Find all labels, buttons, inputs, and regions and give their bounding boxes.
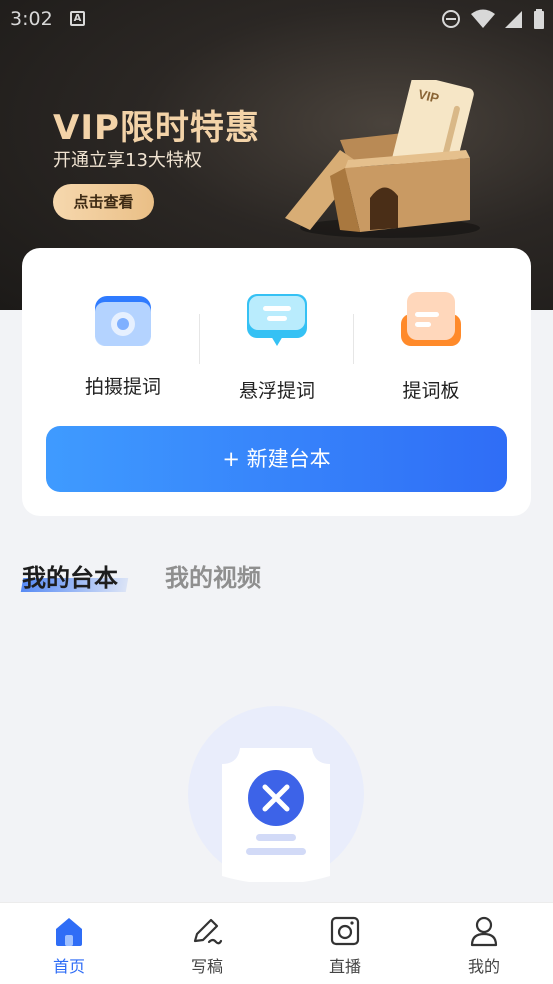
status-time: 3:02 [10,8,53,30]
person-icon [470,916,498,947]
do-not-disturb-icon [442,10,460,28]
home-icon [56,918,82,946]
nav-label: 直播 [328,957,361,976]
board-icon [401,292,461,346]
divider [353,314,354,364]
feature-floating-prompter[interactable]: 悬浮提词 [202,290,352,403]
view-details-button[interactable]: 点击查看 [53,184,154,220]
feature-prompter-board[interactable]: 提词板 [356,290,506,403]
nav-label: 首页 [52,957,85,976]
signal-icon [505,11,522,28]
features-card: 拍摄提词 悬浮提词 提词板 + 新建台本 [22,248,531,516]
tab-my-videos[interactable]: 我的视频 [165,558,261,593]
feature-camera-prompter[interactable]: 拍摄提词 [48,290,198,399]
empty-state-illustration [188,706,364,882]
vip-gift-box-icon: VIP [285,80,480,238]
nav-write[interactable]: 写稿 [167,915,247,977]
tab-my-scripts[interactable]: 我的台本 [22,558,118,593]
content-tabs: 我的台本 我的视频 [20,558,422,598]
notification-a-icon: A [70,11,85,26]
nav-live[interactable]: 直播 [305,915,385,977]
nav-mine[interactable]: 我的 [444,915,524,977]
nav-home[interactable]: 首页 [29,915,109,977]
wifi-icon [471,9,495,28]
feature-label: 悬浮提词 [238,380,315,402]
nav-label: 写稿 [190,957,223,976]
divider [199,314,200,364]
vip-title: VIP限时特惠 [53,108,260,148]
feature-label: 拍摄提词 [84,376,161,398]
battery-icon [534,9,544,29]
camera-icon [95,296,151,346]
vip-subtitle: 开通立享13大特权 [53,150,202,171]
bottom-navigation: 首页 写稿 直播 我的 [0,902,553,984]
feature-label: 提词板 [402,380,460,402]
pen-icon [193,918,223,945]
new-script-button[interactable]: + 新建台本 [46,426,507,492]
live-camera-icon [330,916,360,946]
float-bubble-icon [247,294,307,346]
nav-label: 我的 [467,957,500,976]
status-bar: 3:02 A [0,0,553,38]
